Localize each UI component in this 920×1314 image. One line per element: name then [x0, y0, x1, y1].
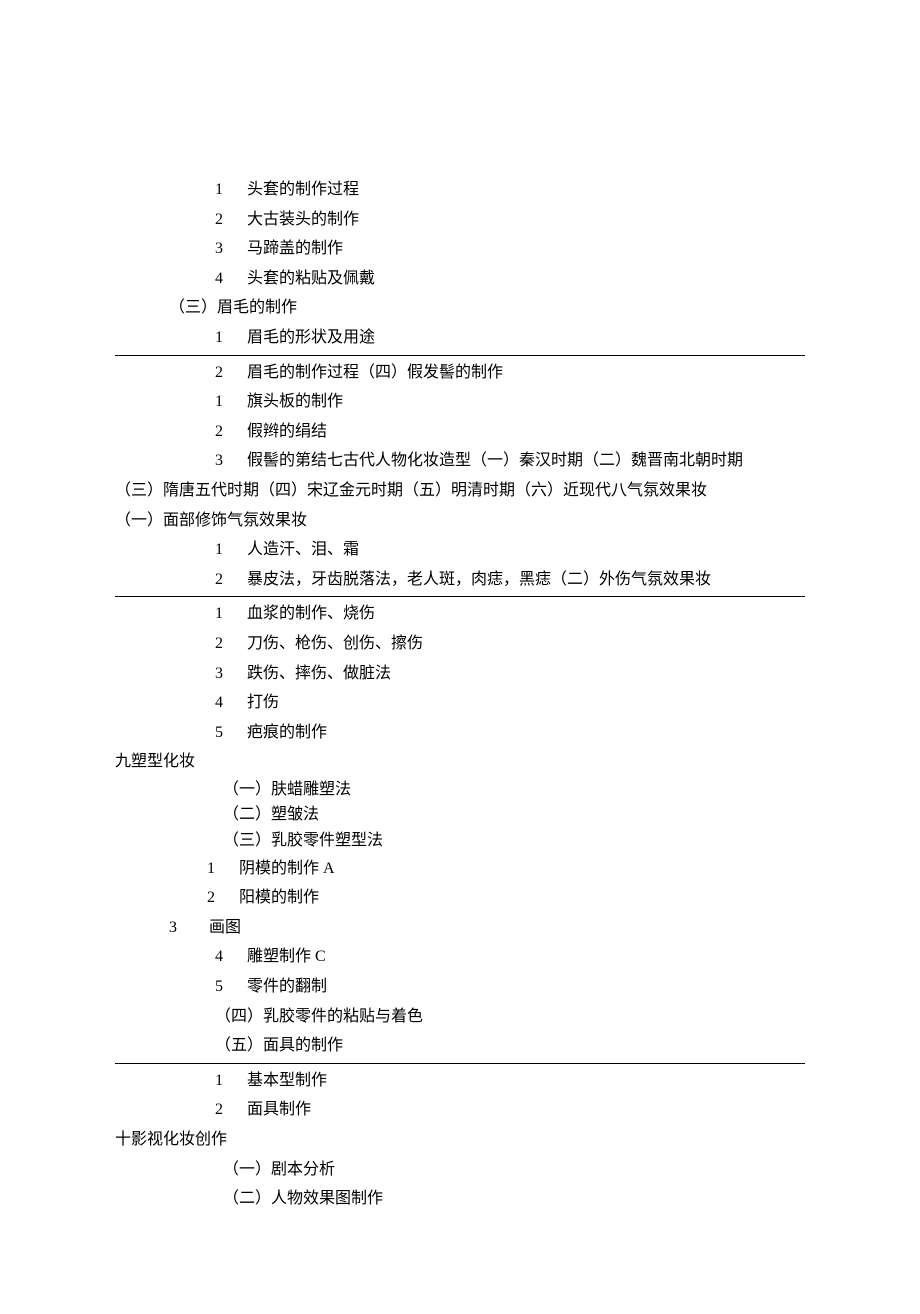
sub-heading: （一）剧本分析	[223, 1155, 805, 1185]
horizontal-rule	[115, 596, 805, 597]
item-text: 血浆的制作、烧伤	[247, 599, 375, 629]
item-number: 2	[215, 417, 247, 447]
item-text: 暴皮法，牙齿脱落法，老人斑，肉痣，黑痣（二）外伤气氛效果妆	[247, 565, 711, 595]
item-text: 面具制作	[247, 1095, 311, 1125]
section-heading: 九塑型化妆	[115, 747, 805, 777]
item-number: 4	[215, 942, 247, 972]
list-item: 1 头套的制作过程	[215, 175, 805, 205]
section-heading: 十影视化妆创作	[115, 1125, 805, 1155]
item-number: 1	[215, 323, 247, 353]
sub-heading: （四）乳胶零件的粘贴与着色	[215, 1002, 805, 1032]
horizontal-rule	[115, 1063, 805, 1064]
list-item: 3 马蹄盖的制作	[215, 234, 805, 264]
list-item: 2 面具制作	[215, 1095, 805, 1125]
list-item: 2 眉毛的制作过程（四）假发髻的制作	[215, 358, 805, 388]
item-text: 零件的翻制	[247, 972, 327, 1002]
paragraph-text: （一）面部修饰气氛效果妆	[115, 506, 805, 536]
list-item: 5 零件的翻制	[215, 972, 805, 1002]
item-number: 4	[215, 264, 247, 294]
item-text: 雕塑制作 C	[247, 942, 326, 972]
list-item: 2 暴皮法，牙齿脱落法，老人斑，肉痣，黑痣（二）外伤气氛效果妆	[215, 565, 805, 595]
item-number: 1	[215, 535, 247, 565]
item-number: 3	[215, 234, 247, 264]
horizontal-rule	[115, 355, 805, 356]
item-text: 马蹄盖的制作	[247, 234, 343, 264]
list-item: 4 头套的粘贴及佩戴	[215, 264, 805, 294]
list-item: 2 刀伤、枪伤、创伤、擦伤	[215, 629, 805, 659]
item-number: 5	[215, 718, 247, 748]
sub-heading: （二）人物效果图制作	[223, 1184, 805, 1214]
item-text: 头套的制作过程	[247, 175, 359, 205]
item-number: 1	[215, 599, 247, 629]
list-item: 1 旗头板的制作	[215, 387, 805, 417]
item-text: 大古装头的制作	[247, 205, 359, 235]
item-text: 基本型制作	[247, 1066, 327, 1096]
item-number: 3	[215, 659, 247, 689]
document-page: 1 头套的制作过程 2 大古装头的制作 3 马蹄盖的制作 4 头套的粘贴及佩戴 …	[0, 0, 920, 1314]
item-number: 4	[215, 688, 247, 718]
item-text: 旗头板的制作	[247, 387, 343, 417]
list-item: 3 画图	[169, 913, 805, 943]
item-text: 刀伤、枪伤、创伤、擦伤	[247, 629, 423, 659]
item-number: 2	[215, 1095, 247, 1125]
list-item: 3 跌伤、摔伤、做脏法	[215, 659, 805, 689]
list-item: 1 基本型制作	[215, 1066, 805, 1096]
item-text: 跌伤、摔伤、做脏法	[247, 659, 391, 689]
list-item: 2 假辫的绢结	[215, 417, 805, 447]
section-heading: （三）眉毛的制作	[169, 293, 805, 323]
item-number: 1	[215, 1066, 247, 1096]
sub-heading: （一）肤蜡雕塑法	[223, 777, 805, 803]
item-number: 1	[207, 854, 239, 884]
item-number: 2	[215, 358, 247, 388]
sub-heading: （三）乳胶零件塑型法	[223, 828, 805, 854]
paragraph-text: （三）隋唐五代时期（四）宋辽金元时期（五）明清时期（六）近现代八气氛效果妆	[115, 476, 805, 506]
item-text: 疤痕的制作	[247, 718, 327, 748]
item-number: 1	[215, 387, 247, 417]
item-text: 阳模的制作	[239, 883, 319, 913]
item-text: 打伤	[247, 688, 279, 718]
list-item: 4 雕塑制作 C	[215, 942, 805, 972]
list-item: 1 人造汗、泪、霜	[215, 535, 805, 565]
item-number: 2	[215, 565, 247, 595]
list-item: 2 阳模的制作	[207, 883, 805, 913]
item-text: 眉毛的制作过程（四）假发髻的制作	[247, 358, 503, 388]
item-number: 1	[215, 175, 247, 205]
item-text: 画图	[209, 913, 241, 943]
list-item: 1 血浆的制作、烧伤	[215, 599, 805, 629]
item-text: 人造汗、泪、霜	[247, 535, 359, 565]
list-item: 3 假髻的第结七古代人物化妆造型（一）秦汉时期（二）魏晋南北朝时期	[215, 446, 805, 476]
item-text: 头套的粘贴及佩戴	[247, 264, 375, 294]
list-item: 2 大古装头的制作	[215, 205, 805, 235]
item-number: 2	[215, 205, 247, 235]
item-number: 2	[215, 629, 247, 659]
list-item: 1 眉毛的形状及用途	[215, 323, 805, 353]
sub-heading: （二）塑皱法	[223, 802, 805, 828]
list-item: 5 疤痕的制作	[215, 718, 805, 748]
sub-heading: （五）面具的制作	[215, 1031, 805, 1061]
item-text: 眉毛的形状及用途	[247, 323, 375, 353]
item-number: 3	[215, 446, 247, 476]
item-text: 假髻的第结七古代人物化妆造型（一）秦汉时期（二）魏晋南北朝时期	[247, 446, 743, 476]
item-number: 3	[169, 913, 209, 943]
item-number: 5	[215, 972, 247, 1002]
list-item: 4 打伤	[215, 688, 805, 718]
list-item: 1 阴模的制作 A	[207, 854, 805, 884]
item-number: 2	[207, 883, 239, 913]
item-text: 假辫的绢结	[247, 417, 327, 447]
item-text: 阴模的制作 A	[239, 854, 335, 884]
